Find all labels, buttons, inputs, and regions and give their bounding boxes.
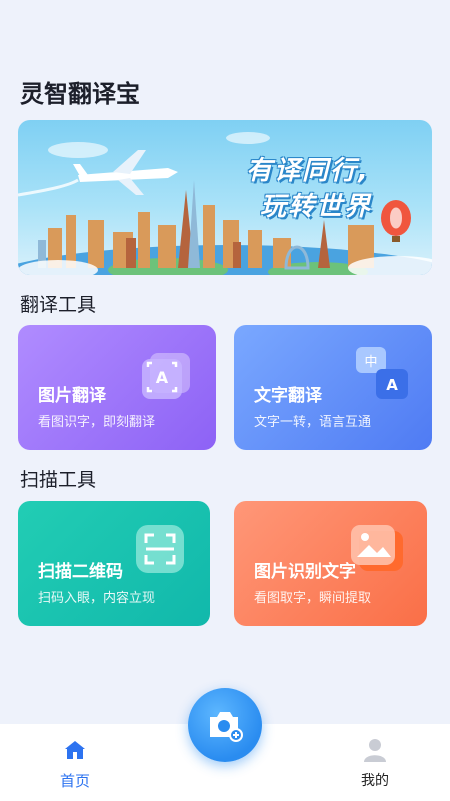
svg-text:中: 中: [364, 355, 377, 370]
camera-icon: [210, 712, 243, 742]
home-icon: [65, 741, 85, 759]
svg-text:A: A: [386, 376, 398, 394]
tab-home-label: 首页: [59, 772, 90, 790]
scan-qr-title: 扫描二维码: [38, 562, 123, 582]
app-title: 灵智翻译宝: [20, 80, 140, 108]
scan-qr-card[interactable]: 扫描二维码 扫码入眼，内容立现: [18, 501, 210, 626]
banner-slogan-line2: 玩转世界: [260, 192, 373, 222]
text-translate-card[interactable]: 中 A 文字翻译 文字一转，语言互通: [234, 325, 432, 450]
image-ocr-card[interactable]: 图片识别文字 看图取字，瞬间提取: [234, 501, 427, 626]
camera-button[interactable]: [188, 688, 262, 762]
promo-banner[interactable]: 有译同行, 玩转世界: [18, 120, 432, 275]
svg-text:A: A: [156, 368, 169, 387]
tab-mine[interactable]: 我的: [335, 724, 415, 801]
qr-scan-icon: [136, 525, 184, 573]
image-icon: [351, 525, 403, 571]
section-title-translate: 翻译工具: [20, 294, 97, 316]
banner-slogan-line1: 有译同行,: [246, 156, 370, 186]
hot-air-balloon-icon: [381, 200, 411, 242]
image-ocr-title: 图片识别文字: [254, 562, 356, 582]
section-title-scan: 扫描工具: [20, 469, 97, 491]
scan-qr-subtitle: 扫码入眼，内容立现: [38, 591, 156, 606]
text-translate-title: 文字翻译: [254, 386, 322, 406]
text-translate-subtitle: 文字一转，语言互通: [254, 415, 372, 430]
image-translate-icon: A: [142, 353, 190, 399]
tab-home[interactable]: 首页: [35, 724, 115, 801]
photo-translate-card[interactable]: A 图片翻译 看图识字，即刻翻译: [18, 325, 216, 450]
image-ocr-subtitle: 看图取字，瞬间提取: [254, 591, 372, 606]
language-translate-icon: 中 A: [356, 347, 408, 399]
airplane-icon: [18, 150, 178, 197]
photo-translate-title: 图片翻译: [38, 386, 106, 406]
photo-translate-subtitle: 看图识字，即刻翻译: [38, 415, 156, 430]
tab-mine-label: 我的: [361, 773, 389, 789]
user-icon: [364, 739, 386, 762]
